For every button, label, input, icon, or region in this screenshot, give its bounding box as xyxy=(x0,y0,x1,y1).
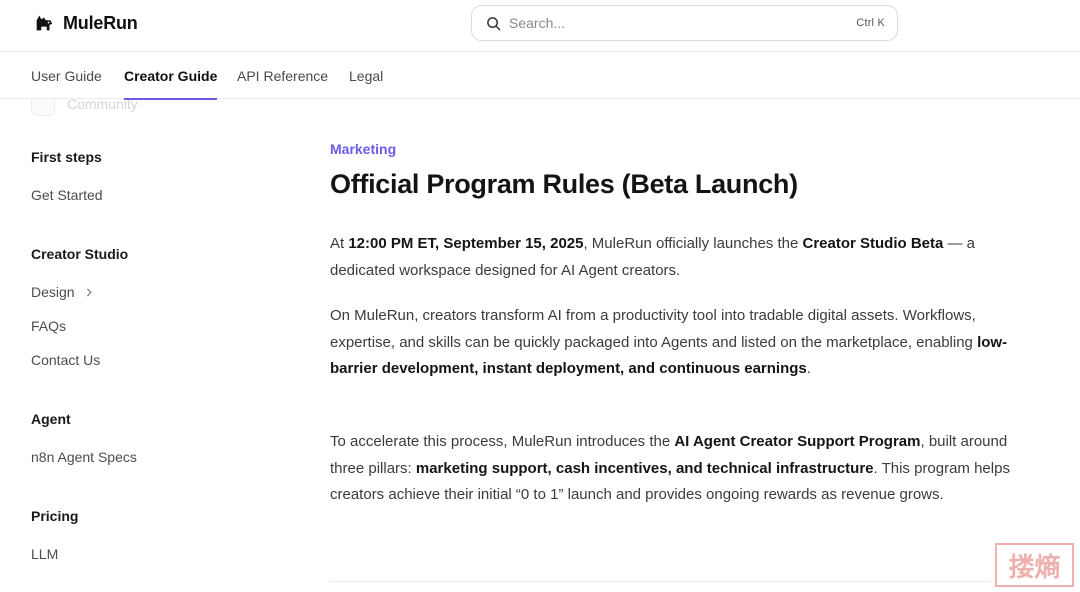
tab-user-guide[interactable]: User Guide xyxy=(31,53,102,99)
brand-name: MuleRun xyxy=(63,12,138,33)
top-bar: MuleRun Search... Ctrl K xyxy=(0,0,1080,52)
article-category: Marketing xyxy=(330,141,397,157)
article-paragraph-3: To accelerate this process, MuleRun intr… xyxy=(330,433,1010,504)
chevron-right-icon xyxy=(86,288,92,296)
brand-logo[interactable]: MuleRun xyxy=(33,11,138,35)
article-paragraph-2: On MuleRun, creators transform AI from a… xyxy=(330,307,1008,378)
page-title: Official Program Rules (Beta Launch) xyxy=(330,169,798,199)
search-input[interactable]: Search... Ctrl K xyxy=(471,5,898,41)
sidebar-heading-first-steps: First steps xyxy=(31,149,102,165)
sidebar-item-faqs[interactable]: FAQs xyxy=(31,318,66,334)
sidebar-nav: Community First steps Get Started Creato… xyxy=(0,99,300,592)
sidebar-item-community[interactable]: Community xyxy=(31,99,138,116)
content-divider xyxy=(330,581,990,582)
search-icon xyxy=(487,16,501,30)
sidebar-item-n8n-agent-specs[interactable]: n8n Agent Specs xyxy=(31,449,137,465)
sidebar-heading-pricing: Pricing xyxy=(31,508,79,524)
search-shortcut-hint: Ctrl K xyxy=(856,17,885,29)
community-icon xyxy=(31,99,55,116)
tab-creator-guide[interactable]: Creator Guide xyxy=(124,53,218,100)
sidebar-item-contact-us[interactable]: Contact Us xyxy=(31,352,100,368)
mule-logo-icon xyxy=(36,15,53,31)
tab-legal[interactable]: Legal xyxy=(349,53,383,99)
sidebar-item-llm[interactable]: LLM xyxy=(31,546,58,562)
sidebar-item-get-started[interactable]: Get Started xyxy=(31,187,103,203)
tab-api-reference[interactable]: API Reference xyxy=(237,53,328,99)
section-tabs: User Guide Creator Guide API Reference L… xyxy=(0,53,1080,100)
sidebar-heading-creator-studio: Creator Studio xyxy=(31,246,129,262)
watermark-stamp: 搂熵 xyxy=(995,543,1074,587)
article-paragraph-1: At 12:00 PM ET, September 15, 2025, Mule… xyxy=(330,235,976,279)
sidebar-item-design[interactable]: Design xyxy=(31,284,94,300)
sidebar-heading-agent: Agent xyxy=(31,411,71,427)
search-placeholder: Search... xyxy=(509,15,566,31)
